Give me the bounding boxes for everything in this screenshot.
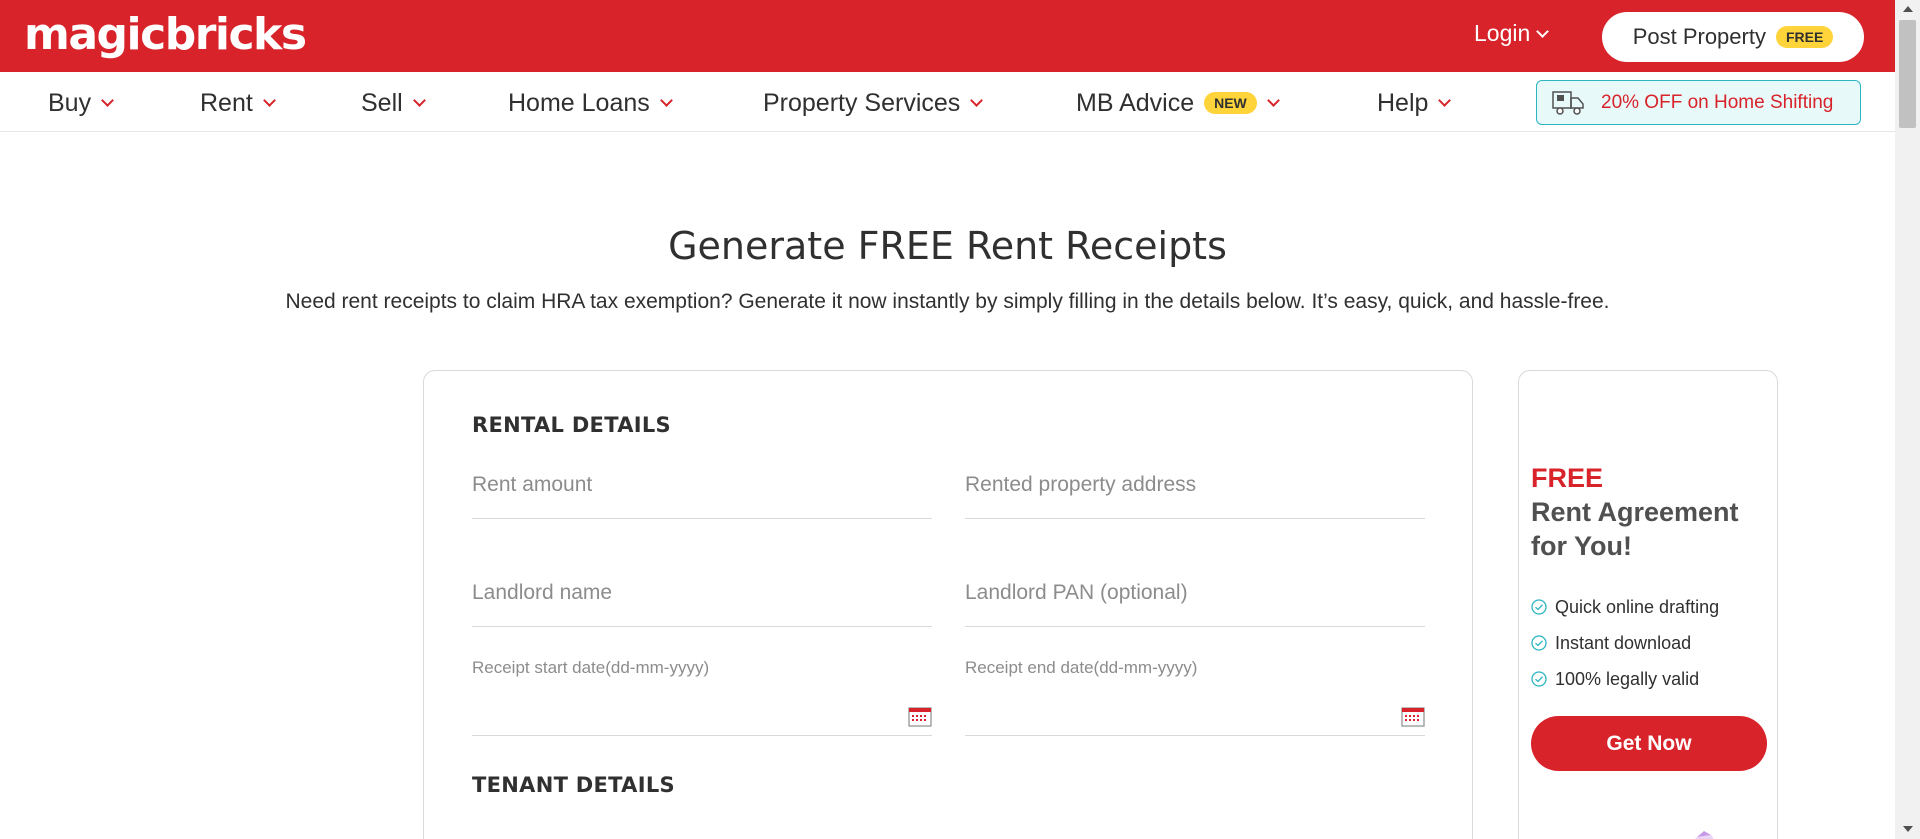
page-title: Generate FREE Rent Receipts (668, 224, 1227, 268)
landlord-pan-field (965, 567, 1425, 627)
rent-amount-input[interactable] (472, 459, 932, 497)
nav-item-label: Home Loans (508, 88, 650, 117)
rent-agreement-promo: FREE Rent Agreement for You! Quick onlin… (1518, 370, 1778, 839)
post-property-button[interactable]: Post Property FREE (1602, 12, 1864, 62)
receipt-end-date-field[interactable]: Receipt end date(dd-mm-yyyy) (965, 658, 1425, 736)
property-address-field (965, 459, 1425, 519)
main-nav: Buy Rent Sell Home Loans Property Servic… (0, 72, 1895, 132)
check-circle-icon (1531, 671, 1547, 687)
rent-receipt-form: RENTAL DETAILS Receipt start date(dd-mm-… (423, 370, 1473, 839)
nav-item-help[interactable]: Help (1377, 86, 1452, 120)
nav-item-label: Help (1377, 88, 1429, 117)
promo-feature-text: Quick online drafting (1555, 596, 1720, 617)
nav-item-property-services[interactable]: Property Services (763, 86, 984, 120)
nav-item-sell[interactable]: Sell (361, 86, 426, 120)
check-circle-icon (1531, 599, 1547, 615)
chevron-down-icon (101, 94, 114, 107)
post-property-label: Post Property (1632, 24, 1766, 49)
rental-details-heading: RENTAL DETAILS (472, 413, 671, 437)
login-dropdown[interactable]: Login (1474, 20, 1550, 47)
promo-feature-text: Instant download (1555, 632, 1692, 653)
nav-item-home-loans[interactable]: Home Loans (508, 86, 673, 120)
chevron-down-icon (970, 94, 984, 107)
page-subtitle: Need rent receipts to claim HRA tax exem… (285, 290, 1610, 313)
nav-item-buy[interactable]: Buy (48, 86, 114, 120)
promo-feature-list: Quick online drafting Instant download 1… (1531, 589, 1719, 697)
promo-free-label: FREE (1531, 463, 1604, 493)
free-badge: FREE (1775, 26, 1834, 48)
scroll-up-arrow-icon[interactable] (1903, 6, 1913, 12)
promo-feature-text: 100% legally valid (1555, 668, 1700, 689)
new-badge: NEW (1204, 92, 1257, 114)
document-illustration-icon (1695, 831, 1714, 839)
landlord-pan-input[interactable] (965, 567, 1425, 605)
nav-item-rent[interactable]: Rent (200, 86, 276, 120)
list-item: Instant download (1531, 625, 1719, 661)
magicbricks-logo[interactable]: magicbricks (24, 9, 307, 61)
chevron-down-icon (1536, 24, 1550, 38)
receipt-start-date-label: Receipt start date(dd-mm-yyyy) (472, 658, 710, 677)
list-item: 100% legally valid (1531, 661, 1719, 697)
page-scrollbar[interactable] (1895, 0, 1920, 839)
property-address-input[interactable] (965, 459, 1425, 497)
chevron-down-icon (412, 94, 426, 107)
truck-icon (1552, 90, 1584, 115)
tenant-details-heading: TENANT DETAILS (472, 773, 675, 797)
get-now-button[interactable]: Get Now (1531, 716, 1767, 771)
landlord-name-input[interactable] (472, 567, 932, 605)
nav-item-label: Sell (361, 88, 403, 117)
calendar-icon[interactable] (1401, 705, 1425, 727)
scroll-down-arrow-icon[interactable] (1903, 826, 1913, 832)
nav-item-label: Rent (200, 88, 253, 117)
login-label: Login (1474, 20, 1531, 46)
receipt-start-date-field[interactable]: Receipt start date(dd-mm-yyyy) (472, 658, 932, 736)
nav-item-label: Buy (48, 88, 92, 117)
list-item: Quick online drafting (1531, 589, 1719, 625)
calendar-icon[interactable] (908, 705, 932, 727)
check-circle-icon (1531, 635, 1547, 651)
nav-item-mb-advice[interactable]: MB Advice NEW (1076, 86, 1280, 120)
top-header: magicbricks Login Post Property FREE (0, 0, 1895, 72)
chevron-down-icon (262, 94, 276, 107)
rent-amount-field (472, 459, 932, 519)
home-shifting-offer-button[interactable]: 20% OFF on Home Shifting (1536, 80, 1861, 125)
chevron-down-icon (1438, 94, 1452, 107)
landlord-name-field (472, 567, 932, 627)
receipt-end-date-label: Receipt end date(dd-mm-yyyy) (965, 658, 1198, 677)
scrollbar-thumb[interactable] (1899, 20, 1916, 128)
nav-item-label: MB Advice (1076, 88, 1195, 117)
home-shifting-offer-label: 20% OFF on Home Shifting (1601, 91, 1834, 113)
promo-headline: Rent Agreement for You! (1531, 497, 1739, 561)
chevron-down-icon (659, 94, 673, 107)
chevron-down-icon (1266, 94, 1280, 107)
nav-item-label: Property Services (763, 88, 961, 117)
